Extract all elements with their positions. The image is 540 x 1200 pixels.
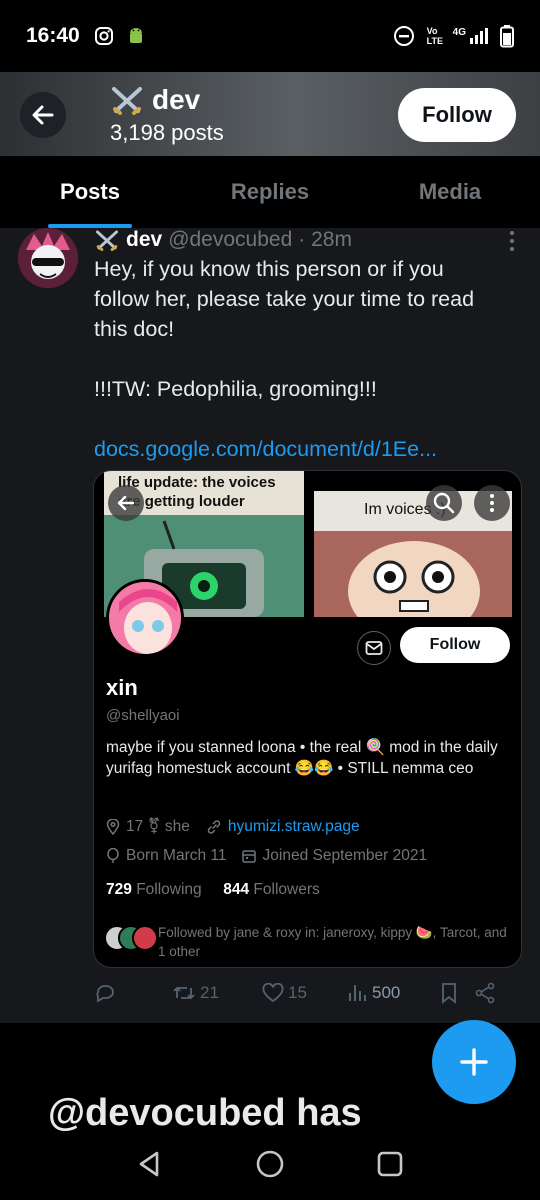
tweet-line <box>94 344 514 374</box>
reply-icon <box>96 985 114 1003</box>
card-followers-label: Followers <box>253 881 320 898</box>
tweet-media-image[interactable]: life update: the voices are getting loud… <box>93 470 522 968</box>
follow-button[interactable]: Follow <box>398 88 516 142</box>
retweet-icon <box>173 987 195 999</box>
tweet-author-name[interactable]: dev <box>126 228 162 252</box>
back-nav-icon[interactable] <box>135 1149 165 1179</box>
tab-media[interactable]: Media <box>360 156 540 228</box>
tab-posts[interactable]: Posts <box>0 156 180 228</box>
card-joined: Joined September 2021 <box>262 847 428 864</box>
tab-posts-label: Posts <box>60 179 120 204</box>
card-followed-by: Followed by jane & roxy in: janeroxy, ki… <box>158 925 507 959</box>
card-followers-count: 844 <box>223 881 250 898</box>
signal-icon <box>470 28 488 44</box>
recents-nav-icon[interactable] <box>375 1149 405 1179</box>
card-age-pronouns: 17 ⚧ she <box>126 818 190 835</box>
view-count: 500 <box>372 983 401 1002</box>
tab-replies-label: Replies <box>230 179 310 204</box>
network-label: 4G <box>452 26 466 38</box>
card-following-label: Following <box>136 881 202 898</box>
views-button[interactable]: 500 <box>348 983 440 1003</box>
avatar <box>132 925 158 951</box>
dnd-icon <box>393 26 414 46</box>
card-back-button <box>108 485 144 521</box>
card-more-button <box>474 485 510 521</box>
views-icon <box>349 985 366 1001</box>
tweet-line: Hey, if you know this person or if you <box>94 257 444 281</box>
card-following-count: 729 <box>106 881 132 898</box>
mail-icon <box>365 641 383 655</box>
system-nav-bar <box>0 1128 540 1200</box>
avatar[interactable] <box>18 228 78 288</box>
status-time: 16:40 <box>26 24 80 47</box>
crossed-swords-icon <box>96 230 118 251</box>
timeline: dev @devocubed · 28m Hey, if you know th… <box>0 228 540 1023</box>
retweet-button[interactable]: 21 <box>172 982 262 1004</box>
compose-button[interactable] <box>432 1020 516 1104</box>
mutual-avatars <box>104 925 158 953</box>
home-nav-icon[interactable] <box>255 1149 285 1179</box>
instagram-icon <box>94 27 113 45</box>
profile-header: dev 3,198 posts Follow <box>0 72 540 156</box>
link-icon <box>207 819 221 834</box>
battery-icon <box>500 25 514 48</box>
card-avatar <box>106 579 184 657</box>
calendar-icon <box>241 850 256 863</box>
balloon-icon <box>107 848 119 863</box>
card-message-button <box>357 631 391 665</box>
crossed-swords-icon <box>112 87 142 115</box>
card-follow-stats: 729 Following 844 Followers <box>106 881 320 899</box>
profile-tabs: Posts Replies Media <box>0 156 540 228</box>
lte-label: Vo LTE <box>426 26 443 46</box>
tab-media-label: Media <box>418 179 482 204</box>
share-button[interactable] <box>474 982 496 1004</box>
bookmark-button[interactable] <box>440 982 474 1004</box>
card-follow-button: Follow <box>400 627 510 663</box>
like-count: 15 <box>288 983 307 1002</box>
tweet-line: this doc! <box>94 317 175 341</box>
card-profile-handle: @shellyaoi <box>106 707 180 724</box>
tweet-line: !!!TW: Pedophilia, grooming!!! <box>94 377 377 401</box>
avatar-image <box>18 228 78 288</box>
android-icon <box>129 28 142 43</box>
heart-icon <box>262 983 284 1003</box>
arrow-left-icon <box>117 495 135 511</box>
more-vertical-icon <box>490 494 494 512</box>
tweet-author-handle[interactable]: @devocubed <box>168 228 292 252</box>
card-birthday: Born March 11 <box>126 847 227 864</box>
header-title: dev <box>152 84 201 115</box>
card-search-button <box>426 485 462 521</box>
tweet-line: follow her, please take your time to rea… <box>94 287 475 311</box>
share-icon <box>475 982 495 1004</box>
tweet-text: Hey, if you know this person or if you f… <box>94 254 514 464</box>
bookmark-icon <box>442 983 456 1004</box>
posts-count: 3,198 posts <box>110 120 224 145</box>
back-button[interactable] <box>20 92 66 138</box>
tweet-actions: 21 15 500 <box>94 982 514 1004</box>
reply-button[interactable] <box>94 982 172 1004</box>
search-icon <box>433 492 455 514</box>
tab-replies[interactable]: Replies <box>180 156 360 228</box>
anime-avatar-image <box>109 582 181 654</box>
card-profile-bio: maybe if you stanned loona • the real 🍭 … <box>106 739 498 777</box>
status-bar: 16:40 Vo LTE 4G <box>0 0 540 72</box>
like-button[interactable]: 15 <box>262 983 348 1003</box>
tweet-link[interactable]: docs.google.com/document/d/1Ee... <box>94 434 514 464</box>
cartoon-face-image <box>314 531 512 617</box>
plus-icon <box>460 1048 488 1076</box>
tweet-line <box>94 404 514 434</box>
arrow-left-icon <box>32 105 54 125</box>
tweet-more-button[interactable] <box>508 230 516 257</box>
card-website: hyumizi.straw.page <box>227 817 360 835</box>
retweet-count: 21 <box>200 983 219 1002</box>
more-vertical-icon <box>510 231 514 251</box>
card-profile-name: xin <box>106 675 138 700</box>
tweet-time: · 28m <box>298 228 352 251</box>
location-icon <box>106 818 120 835</box>
